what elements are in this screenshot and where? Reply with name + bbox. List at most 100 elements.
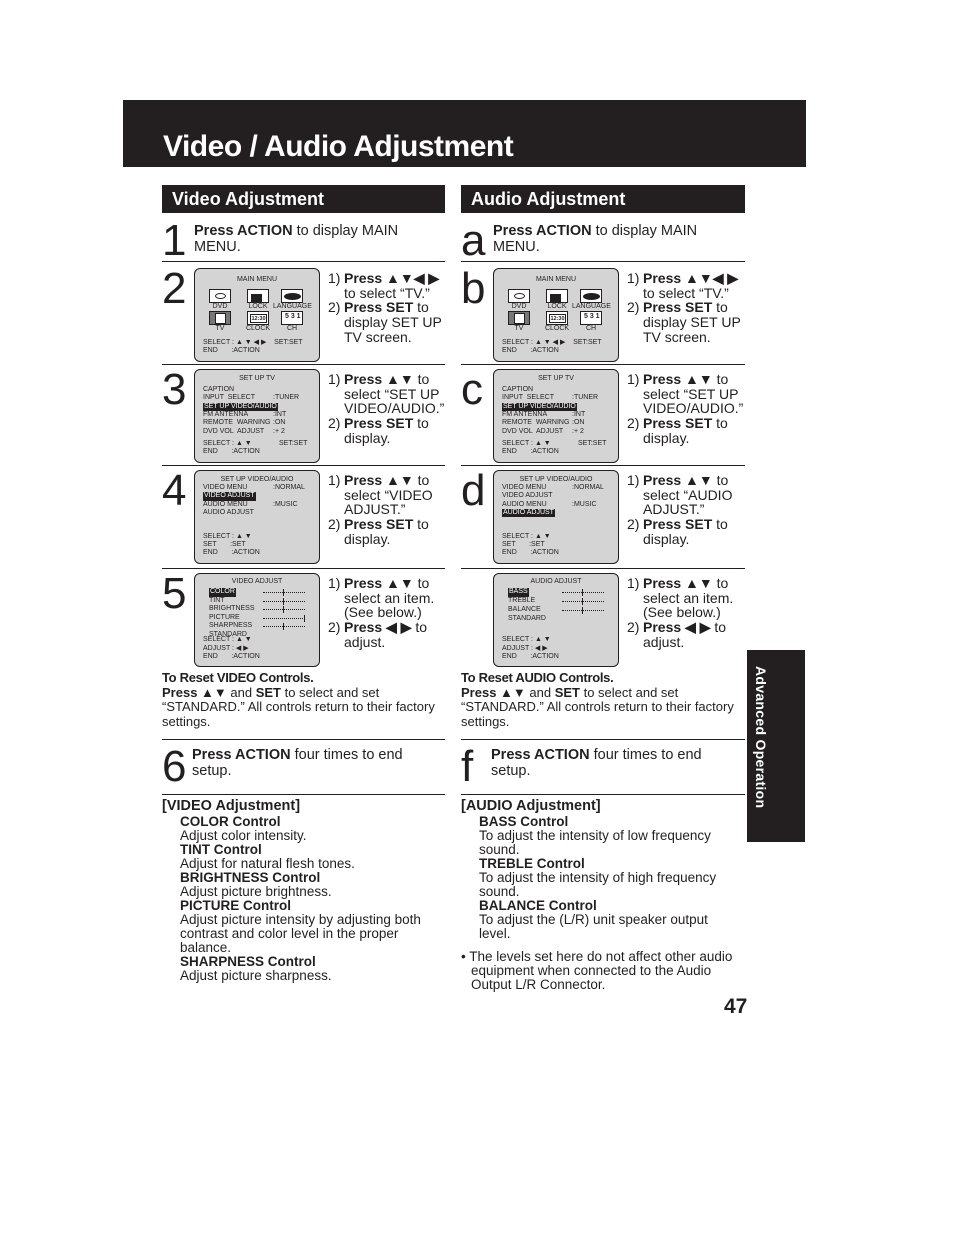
instruction-line: ADJUST.” [627,502,747,517]
instruction-emphasis: Press ▲▼ [344,575,414,591]
osd-icon-label: CH [286,325,298,332]
slider-marker [582,589,583,596]
instruction-line: 2) Press SET to [627,517,747,532]
instruction-emphasis: Press SET [643,516,713,533]
instruction-emphasis: Press ACTION [493,223,592,239]
instruction-text: to select “TV.” [344,284,430,301]
osd-setup-tv: SET UP TV CAPTION INPUT SELECT:TUNER SET UP… [194,369,320,463]
reset-text: Press ▲▼ and SET to select and set “STAN… [162,685,442,730]
step-instructions: 1) Press ▲▼◀ ▶ to select “TV.” 2) Press SET … [627,271,747,345]
osd-main-menu: MAIN MENU DVD LOCK LANGUAGE TV 12:30 CLOCK 5 3 … [493,268,619,362]
divider [461,568,745,569]
instruction-line: display. [627,430,747,446]
osd-row-value: :+ 2 [572,427,584,435]
step-number: f [461,742,474,791]
instruction-text: to [411,619,428,636]
control-description: To adjust the intensity of high frequenc… [479,870,717,899]
instruction-line: 2) Press SET to [328,517,448,532]
slider-marker [283,597,284,605]
instruction-line: display SET UP [328,315,448,330]
instruction-line: 1) Press ▲▼◀ ▶ [328,271,448,286]
lock-icon [247,289,269,303]
osd-footer: SET:SET [279,440,308,447]
instruction-line: display. [328,430,448,446]
osd-row-label: DVD VOL ADJUST [203,427,265,435]
osd-video-adjust: VIDEO ADJUST COLOR TINT BRIGHTNESS PICTURE SH… [194,573,320,667]
osd-main-menu: MAIN MENU DVD LOCK LANGUAGE TV 12:30 CLOCK 5 3 … [194,268,320,362]
instruction-emphasis: Press ▲▼ [643,472,713,488]
osd-row-value: :MUSIC [273,500,298,508]
osd-icon-label: CLOCK [544,325,570,332]
instruction-text: display. [643,530,690,547]
instruction-line: 2) Press SET to [627,300,747,315]
osd-row-label: DVD VOL ADJUST [502,427,564,435]
instruction-text: select “SET UP [643,385,739,402]
divider [162,465,445,466]
reset-heading: To Reset VIDEO Controls. [162,670,314,685]
divider [162,261,445,262]
instruction-text: to [712,472,729,488]
side-tab: Advanced Operation [747,650,805,842]
control-name: BASS Control [479,814,569,829]
osd-row-label: AUDIO ADJUST [502,508,555,518]
control-name: BRIGHTNESS Control [180,870,321,885]
side-tab-label: Advanced Operation [753,666,769,809]
instruction-text: ADJUST.” [344,501,406,518]
osd-row-value: :NORMAL [572,484,604,491]
osd-icon-label: CH [585,325,597,332]
step-substep-number: 1) [328,270,341,286]
video-column: Video Adjustment 1 Press ACTION to display… [162,185,445,1005]
osd-footer: END :ACTION [203,549,260,556]
osd-row-label: VIDEO MENU [502,484,547,491]
osd-footer: END :ACTION [502,448,559,455]
control-name: TINT Control [180,842,262,857]
osd-row-label: INPUT SELECT [203,394,255,402]
step-text: Press ACTION to display MAIN MENU. [194,223,439,255]
osd-title: VIDEO ADJUST [231,578,283,585]
osd-title: MAIN MENU [236,276,278,283]
instruction-line: 2) Press ◀ ▶ to [328,620,448,635]
instruction-text: to [712,575,729,591]
instruction-emphasis: Press ▲▼ [461,684,526,700]
channel-icon: 5 3 1 [281,311,303,325]
control-description: Adjust for natural flesh tones. [180,856,355,871]
step-substep-number: 2) [627,516,640,533]
osd-row-label: AUDIO MENU [502,500,547,508]
slider-marker [283,623,284,630]
step-text: Press ACTION to display MAIN MENU. [493,223,738,255]
instruction-text: TV screen. [643,328,711,345]
description-heading: [AUDIO Adjustment] [461,798,601,814]
instruction-line: 2) Press SET to [328,300,448,315]
step-instructions: 1) Press ▲▼◀ ▶ to select “TV.” 2) Press SET … [328,271,448,345]
reset-heading: To Reset AUDIO Controls. [461,670,614,685]
step-substep-number: 1) [627,575,640,591]
step-number: 5 [162,569,187,618]
divider [461,794,745,795]
slider-marker [304,614,305,622]
instruction-line: 1) Press ▲▼ to [328,473,448,488]
instruction-emphasis: Press SET [344,415,414,432]
step-number: c [461,365,483,414]
instruction-text: adjust. [643,633,685,650]
title-bar: Video / Audio Adjustment [123,100,806,167]
control-description: Adjust picture sharpness. [180,968,332,983]
instruction-emphasis: Press ◀ ▶ [344,619,412,636]
instruction-emphasis: Press ▲▼◀ ▶ [344,270,440,286]
step-number: 2 [162,264,187,313]
control-description: Adjust picture brightness. [180,884,332,899]
instruction-text: to [413,415,429,432]
instruction-emphasis: Press SET [344,516,414,533]
control-description: Adjust picture intensity by adjusting bo… [180,912,421,955]
divider [461,364,745,365]
level-slider [562,589,604,596]
instruction-line: select “VIDEO [328,487,448,503]
osd-row-label: COLOR [209,588,236,597]
instruction-line: adjust. [328,634,448,650]
instruction-line: TV screen. [627,328,747,345]
instruction-emphasis: Press SET [344,299,414,316]
osd-footer: END :ACTION [203,347,260,354]
osd-title: AUDIO ADJUST [530,578,582,585]
section-header: Video Adjustment [162,185,445,213]
lips-icon [281,289,303,303]
reset-text: Press ▲▼ and SET to select and set “STAN… [461,684,741,730]
